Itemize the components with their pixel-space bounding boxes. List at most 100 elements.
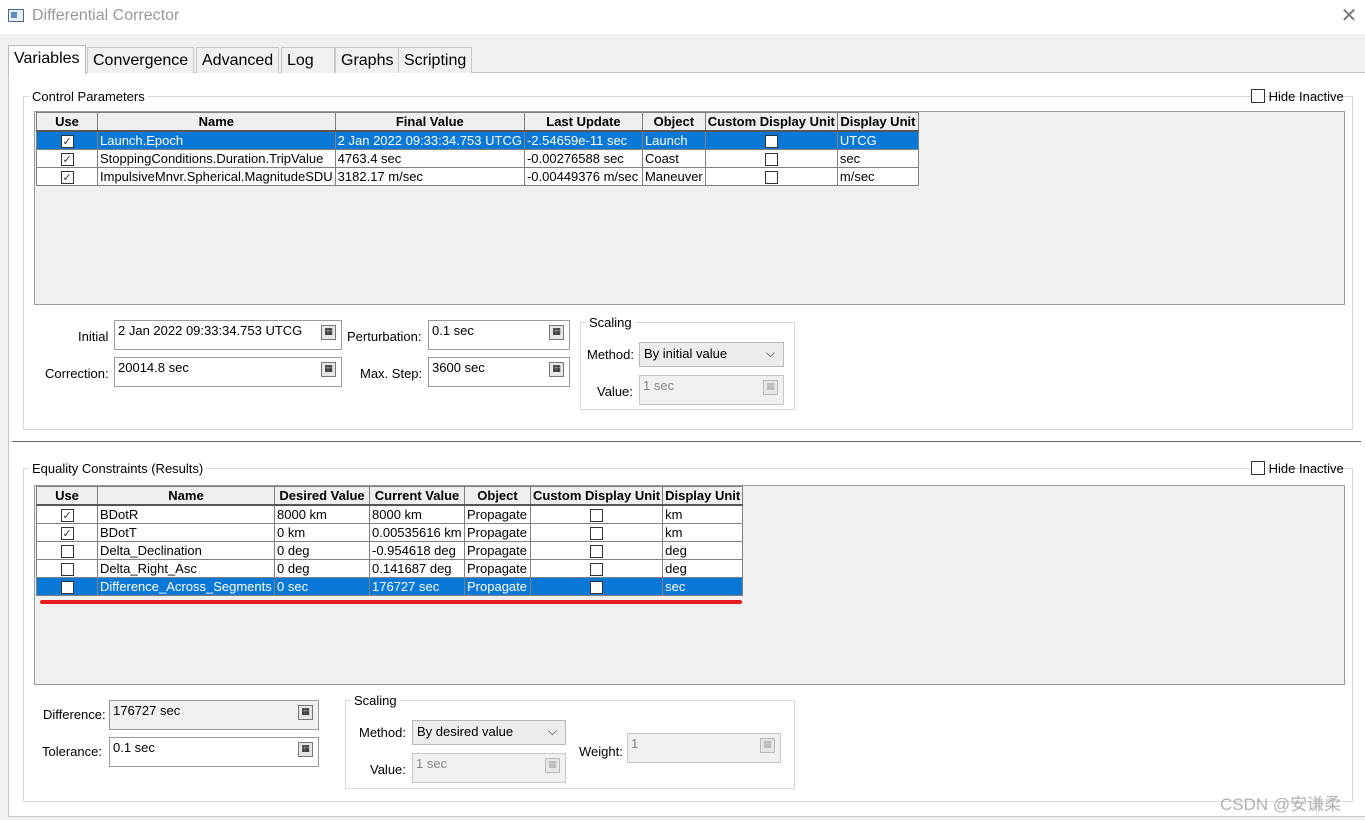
correction-field[interactable]: 20014.8 sec ▦ (114, 357, 342, 387)
table-row[interactable]: Delta_Right_Asc 0 deg 0.141687 deg Propa… (36, 559, 744, 578)
name-cell[interactable]: ImpulsiveMnvr.Spherical.MagnitudeSDU (97, 167, 336, 186)
use-checkbox[interactable] (60, 133, 74, 150)
scaling-method-select[interactable]: By desired value ⌵ (412, 720, 566, 745)
use-cell[interactable] (36, 541, 98, 560)
use-cell[interactable] (36, 149, 98, 168)
use-cell[interactable] (36, 523, 98, 542)
custom-unit-cell[interactable] (529, 559, 664, 578)
use-cell[interactable] (36, 167, 98, 186)
custom-unit-checkbox[interactable] (590, 581, 604, 595)
name-cell[interactable]: StoppingConditions.Duration.TripValue (97, 149, 336, 168)
name-cell[interactable]: Difference_Across_Segments (97, 577, 275, 596)
scaling-method-select[interactable]: By initial value ⌵ (639, 342, 784, 367)
custom-unit-checkbox[interactable] (764, 135, 778, 149)
custom-unit-checkbox[interactable] (590, 563, 604, 577)
custom-unit-checkbox[interactable] (590, 527, 604, 541)
column-header[interactable]: Custom Display Unit (529, 486, 664, 506)
display-unit-cell[interactable]: sec (836, 149, 919, 168)
calculator-icon[interactable]: ▦ (549, 325, 564, 340)
table-row[interactable]: StoppingConditions.Duration.TripValue 47… (36, 149, 919, 168)
use-cell[interactable] (36, 504, 98, 524)
final-value-cell[interactable]: 2 Jan 2022 09:33:34.753 UTCG (334, 130, 525, 150)
display-unit-cell[interactable]: deg (662, 541, 744, 560)
desired-value-cell[interactable]: 0 deg (274, 541, 370, 560)
use-checkbox[interactable] (60, 151, 74, 168)
use-checkbox[interactable] (60, 581, 74, 595)
column-header[interactable]: Object (464, 486, 531, 506)
column-header[interactable]: Name (97, 486, 275, 506)
use-checkbox[interactable] (60, 525, 74, 542)
hide-inactive-constraints[interactable]: Hide Inactive (1251, 461, 1344, 476)
display-unit-cell[interactable]: UTCG (836, 130, 919, 150)
name-cell[interactable]: BDotR (97, 504, 275, 524)
table-row[interactable]: BDotT 0 km 0.00535616 km Propagate km (36, 523, 744, 542)
name-cell[interactable]: BDotT (97, 523, 275, 542)
column-header[interactable]: Display Unit (836, 112, 919, 132)
custom-unit-cell[interactable] (529, 504, 664, 524)
calculator-icon[interactable]: ▦ (321, 325, 336, 340)
table-row[interactable]: ImpulsiveMnvr.Spherical.MagnitudeSDU 318… (36, 167, 919, 186)
display-unit-cell[interactable]: km (662, 504, 744, 524)
column-header[interactable]: Display Unit (662, 486, 744, 506)
tab-graphs[interactable]: Graphs (335, 47, 400, 73)
custom-unit-checkbox[interactable] (764, 171, 778, 185)
use-cell[interactable] (36, 130, 98, 150)
custom-unit-checkbox[interactable] (764, 153, 778, 167)
column-header[interactable]: Final Value (334, 112, 525, 132)
final-value-cell[interactable]: 3182.17 m/sec (334, 167, 525, 186)
use-checkbox[interactable] (60, 545, 74, 559)
column-header[interactable]: Object (641, 112, 706, 132)
table-row[interactable]: Launch.Epoch 2 Jan 2022 09:33:34.753 UTC… (36, 130, 919, 150)
use-cell[interactable] (36, 577, 98, 596)
name-cell[interactable]: Launch.Epoch (97, 130, 336, 150)
table-row[interactable]: Difference_Across_Segments 0 sec 176727 … (36, 577, 744, 596)
tab-variables[interactable]: Variables (8, 45, 86, 74)
calculator-icon[interactable]: ▦ (549, 362, 564, 377)
column-header[interactable]: Last Update (523, 112, 643, 132)
desired-value-cell[interactable]: 0 sec (274, 577, 370, 596)
tab-advanced[interactable]: Advanced (196, 47, 280, 73)
use-cell[interactable] (36, 559, 98, 578)
column-header[interactable]: Use (36, 486, 98, 506)
custom-unit-cell[interactable] (704, 167, 838, 186)
custom-unit-checkbox[interactable] (590, 545, 604, 559)
use-checkbox[interactable] (60, 169, 74, 186)
use-checkbox[interactable] (60, 507, 74, 524)
tab-convergence[interactable]: Convergence (87, 47, 195, 73)
custom-unit-cell[interactable] (704, 149, 838, 168)
initial-field[interactable]: 2 Jan 2022 09:33:34.753 UTCG ▦ (114, 320, 342, 350)
calculator-icon[interactable]: ▦ (298, 742, 313, 757)
max-step-field[interactable]: 3600 sec ▦ (428, 357, 570, 387)
custom-unit-cell[interactable] (529, 577, 664, 596)
column-header[interactable]: Desired Value (274, 486, 370, 506)
custom-unit-cell[interactable] (529, 523, 664, 542)
display-unit-cell[interactable]: deg (662, 559, 744, 578)
table-row[interactable]: BDotR 8000 km 8000 km Propagate km (36, 504, 744, 524)
desired-value-cell[interactable]: 0 km (274, 523, 370, 542)
hide-inactive-control[interactable]: Hide Inactive (1251, 89, 1344, 104)
tolerance-field[interactable]: 0.1 sec ▦ (109, 737, 319, 767)
section-divider[interactable] (12, 441, 1361, 442)
column-header[interactable]: Current Value (369, 486, 465, 506)
custom-unit-cell[interactable] (704, 130, 838, 150)
column-header[interactable]: Use (36, 112, 98, 132)
custom-unit-cell[interactable] (529, 541, 664, 560)
desired-value-cell[interactable]: 0 deg (274, 559, 370, 578)
perturbation-field[interactable]: 0.1 sec ▦ (428, 320, 570, 350)
hide-inactive-checkbox[interactable] (1251, 89, 1265, 103)
table-row[interactable]: Delta_Declination 0 deg -0.954618 deg Pr… (36, 541, 744, 560)
tab-log[interactable]: Log (281, 47, 335, 73)
use-checkbox[interactable] (60, 563, 74, 577)
custom-unit-checkbox[interactable] (590, 509, 604, 523)
close-icon[interactable]: ✕ (1337, 4, 1361, 28)
tab-scripting[interactable]: Scripting (398, 47, 473, 73)
calculator-icon[interactable]: ▦ (298, 705, 313, 720)
final-value-cell[interactable]: 4763.4 sec (334, 149, 525, 168)
desired-value-cell[interactable]: 8000 km (274, 504, 370, 524)
display-unit-cell[interactable]: sec (662, 577, 744, 596)
column-header[interactable]: Custom Display Unit (704, 112, 838, 132)
display-unit-cell[interactable]: m/sec (836, 167, 919, 186)
calculator-icon[interactable]: ▦ (321, 362, 336, 377)
name-cell[interactable]: Delta_Declination (97, 541, 275, 560)
hide-inactive-checkbox[interactable] (1251, 461, 1265, 475)
